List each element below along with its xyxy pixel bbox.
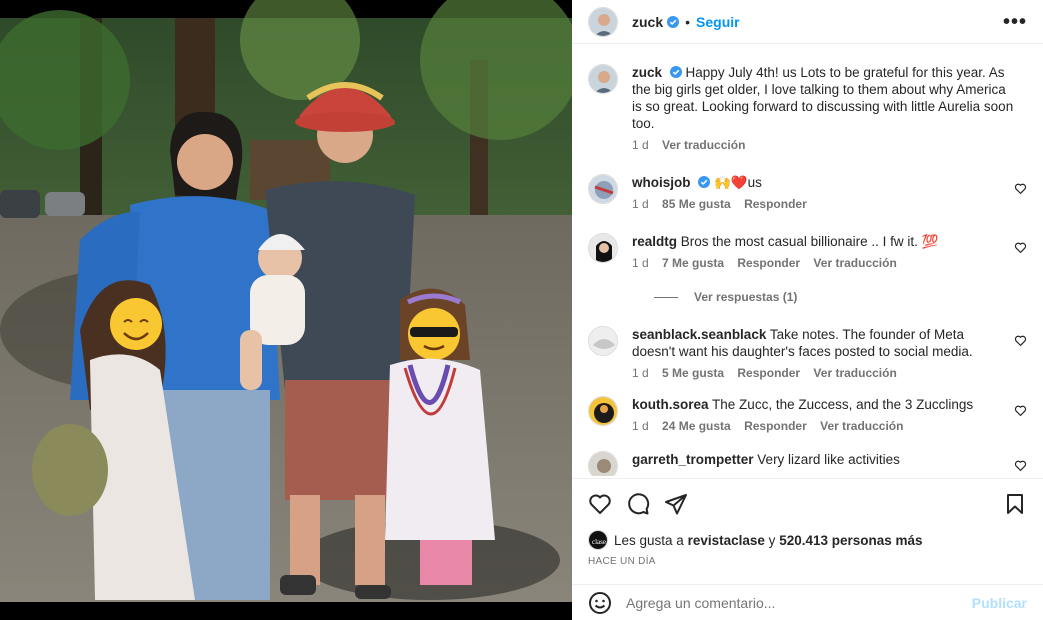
post-photo[interactable] (0, 0, 572, 620)
author-username[interactable]: zuck (632, 14, 663, 30)
post-timestamp[interactable]: HACE UN DÍA (588, 556, 656, 567)
comment-likes-count[interactable]: 85 Me gusta (662, 197, 731, 211)
commenter-avatar[interactable] (588, 451, 618, 476)
comment-body: garreth_trompetter Very lizard like acti… (632, 451, 1027, 476)
post-side-panel: zuck • Seguir ••• zuck Happy July 4th! u… (572, 0, 1043, 620)
translate-link[interactable]: Ver traducción (813, 256, 896, 270)
comment-time: 1 d (632, 366, 649, 380)
comment-meta: 1 d 7 Me gusta Responder Ver traducción (632, 256, 997, 270)
post-header: zuck • Seguir ••• (572, 0, 1043, 44)
likes-connector: y (768, 532, 776, 548)
comment-body: seanblack.seanblack Take notes. The foun… (632, 326, 1027, 380)
comment-text: Very lizard like activities (757, 452, 900, 467)
caption-text: Happy July 4th! us Lots to be grateful f… (632, 65, 1014, 131)
author-avatar[interactable] (588, 6, 618, 37)
comment-row: garreth_trompetter Very lizard like acti… (588, 451, 1027, 476)
comment-time: 1 d (632, 419, 649, 433)
comment-username[interactable]: kouth.sorea (632, 397, 709, 412)
follow-button[interactable]: Seguir (696, 14, 740, 30)
heart-icon[interactable] (1014, 182, 1027, 195)
comment-icon[interactable] (626, 492, 650, 516)
comment-row: seanblack.seanblack Take notes. The foun… (588, 326, 1027, 380)
comment-username[interactable]: seanblack.seanblack (632, 327, 766, 342)
comment-text-line: seanblack.seanblack Take notes. The foun… (632, 326, 997, 360)
separator-dot: • (685, 13, 691, 30)
add-comment-bar: Publicar (572, 584, 1043, 620)
comment-row: realdtg Bros the most casual billionaire… (588, 233, 1027, 270)
likes-others-count[interactable]: 520.413 personas más (779, 533, 922, 548)
translate-link[interactable]: Ver traducción (813, 366, 896, 380)
author-avatar[interactable] (588, 64, 618, 94)
reply-button[interactable]: Responder (737, 366, 800, 380)
comment-meta: 1 d 85 Me gusta Responder (632, 197, 997, 211)
liker-avatar[interactable]: clase (588, 530, 608, 550)
comment-row: whoisjob 🙌❤️us 1 d 85 Me gusta Responder (588, 174, 1027, 211)
commenter-avatar[interactable] (588, 233, 618, 263)
heart-icon[interactable] (1014, 404, 1027, 417)
comment-row: kouth.sorea The Zucc, the Zuccess, and t… (588, 396, 1027, 433)
family-photo-illustration (0, 0, 572, 620)
comment-body: kouth.sorea The Zucc, the Zuccess, and t… (632, 396, 1027, 433)
reply-button[interactable]: Responder (744, 197, 807, 211)
comment-text: The Zucc, the Zuccess, and the 3 Zucclin… (712, 397, 974, 412)
comment-text: Bros the most casual billionaire .. I fw… (680, 234, 939, 249)
commenter-avatar[interactable] (588, 174, 618, 204)
replies-divider (654, 296, 678, 298)
view-replies-button[interactable]: Ver respuestas (1) (654, 290, 1027, 304)
heart-icon[interactable] (588, 492, 612, 516)
likes-prefix: Les gusta a (614, 532, 684, 548)
svg-text:clase: clase (592, 538, 606, 546)
comment-input[interactable] (626, 594, 972, 611)
liker-username[interactable]: revistaclase (688, 533, 765, 548)
comment-username[interactable]: whoisjob (632, 175, 691, 190)
instagram-post-viewer: zuck • Seguir ••• zuck Happy July 4th! u… (0, 0, 1043, 620)
comment-text-line: garreth_trompetter Very lizard like acti… (632, 451, 997, 468)
comment-username[interactable]: garreth_trompetter (632, 452, 754, 467)
reply-button[interactable]: Responder (744, 419, 807, 433)
translate-link[interactable]: Ver traducción (662, 138, 745, 152)
caption-body: zuck Happy July 4th! us Lots to be grate… (632, 64, 1027, 152)
comment-text-line: kouth.sorea The Zucc, the Zuccess, and t… (632, 396, 997, 413)
heart-icon[interactable] (1014, 334, 1027, 347)
commenter-avatar[interactable] (588, 326, 618, 356)
verified-icon (667, 15, 680, 28)
caption-text-line: zuck Happy July 4th! us Lots to be grate… (632, 64, 1019, 132)
comment-likes-count[interactable]: 7 Me gusta (662, 256, 724, 270)
reply-button[interactable]: Responder (737, 256, 800, 270)
commenter-avatar[interactable] (588, 396, 618, 426)
comment-body: realdtg Bros the most casual billionaire… (632, 233, 1027, 270)
heart-icon[interactable] (1014, 459, 1027, 472)
caption-time: 1 d (632, 138, 649, 152)
comment-text-line: whoisjob 🙌❤️us (632, 174, 997, 191)
comment-likes-count[interactable]: 24 Me gusta (662, 419, 731, 433)
caption-meta: 1 d Ver traducción (632, 138, 1019, 152)
share-icon[interactable] (664, 492, 688, 516)
comment-time: 1 d (632, 256, 649, 270)
caption-row: zuck Happy July 4th! us Lots to be grate… (588, 64, 1027, 152)
comment-meta: 1 d 24 Me gusta Responder Ver traducción (632, 419, 997, 433)
publish-button[interactable]: Publicar (972, 595, 1027, 611)
view-replies-label[interactable]: Ver respuestas (1) (694, 290, 797, 304)
more-options-icon[interactable]: ••• (1003, 12, 1027, 32)
heart-icon[interactable] (1014, 241, 1027, 254)
comment-username[interactable]: realdtg (632, 234, 677, 249)
comment-text: 🙌❤️us (714, 175, 762, 190)
translate-link[interactable]: Ver traducción (820, 419, 903, 433)
comment-likes-count[interactable]: 5 Me gusta (662, 366, 724, 380)
comment-meta: 1 d 5 Me gusta Responder Ver traducción (632, 366, 997, 380)
bookmark-icon[interactable] (1003, 492, 1027, 516)
caption-username[interactable]: zuck (632, 65, 662, 80)
comment-time: 1 d (632, 197, 649, 211)
comments-list[interactable]: zuck Happy July 4th! us Lots to be grate… (572, 50, 1043, 476)
comment-body: whoisjob 🙌❤️us 1 d 85 Me gusta Responder (632, 174, 1027, 211)
verified-icon (698, 176, 711, 188)
emoji-icon[interactable] (588, 591, 612, 615)
comment-text-line: realdtg Bros the most casual billionaire… (632, 233, 997, 250)
verified-icon (669, 66, 682, 78)
action-bar (572, 478, 1043, 528)
likes-summary: clase Les gusta a revistaclase y 520.413… (588, 530, 1027, 550)
